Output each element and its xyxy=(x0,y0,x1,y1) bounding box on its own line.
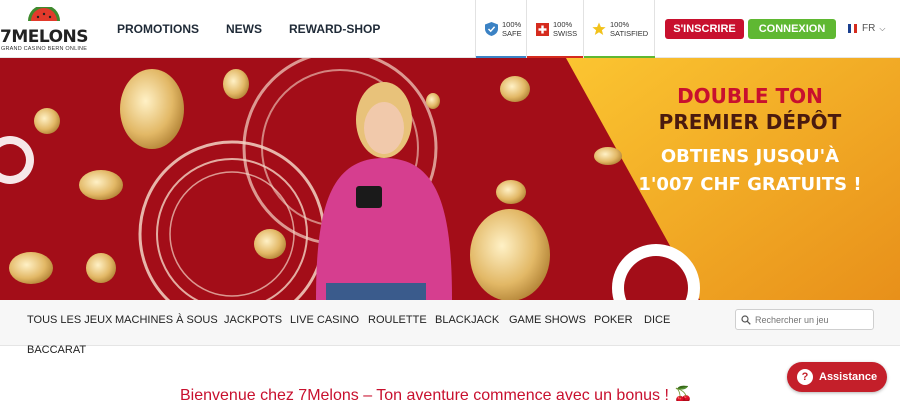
french-flag-icon xyxy=(848,24,857,33)
shield-check-icon xyxy=(484,22,498,36)
trust-satisfied-label: 100% SATISFIED xyxy=(610,20,649,38)
trust-swiss: 100% SWISS xyxy=(526,0,583,59)
search-icon xyxy=(741,314,751,325)
category-bar: TOUS LES JEUX MACHINES À SOUS JACKPOTS L… xyxy=(0,300,900,346)
nav-news[interactable]: NEWS xyxy=(226,22,262,36)
main-nav: PROMOTIONS NEWS REWARD-SHOP xyxy=(117,22,407,36)
logo[interactable]: 7MELONS GRAND CASINO BERN ONLINE xyxy=(0,4,92,54)
category-game-shows[interactable]: GAME SHOWS xyxy=(509,314,586,326)
category-dice[interactable]: DICE xyxy=(644,314,670,326)
search-input[interactable] xyxy=(755,314,870,325)
star-icon xyxy=(592,22,606,36)
promo-banner[interactable]: DOUBLE TON PREMIER DÉPÔT OBTIENS JUSQU'À… xyxy=(0,58,900,300)
assistance-label: Assistance xyxy=(819,371,878,383)
banner-line-3: OBTIENS JUSQU'À xyxy=(660,146,840,167)
banner-line-1: DOUBLE TON xyxy=(677,84,823,108)
banner-line-2: PREMIER DÉPÔT xyxy=(658,110,842,134)
assistance-button[interactable]: ? Assistance xyxy=(787,362,887,392)
login-button[interactable]: CONNEXION xyxy=(748,19,836,39)
help-icon: ? xyxy=(797,369,813,385)
category-all-games[interactable]: TOUS LES JEUX xyxy=(27,314,112,326)
category-baccarat[interactable]: BACCARAT xyxy=(27,344,86,356)
trust-satisfied: 100% SATISFIED xyxy=(583,0,655,59)
logo-tagline: GRAND CASINO BERN ONLINE xyxy=(1,46,88,52)
language-label: FR xyxy=(862,23,876,34)
trust-safe: 100% SAFE xyxy=(475,0,526,59)
category-jackpots[interactable]: JACKPOTS xyxy=(224,314,282,326)
category-roulette[interactable]: ROULETTE xyxy=(368,314,427,326)
logo-text: 7MELONS xyxy=(0,27,89,47)
game-search[interactable] xyxy=(735,309,874,330)
melon-icon xyxy=(28,7,60,21)
signup-button[interactable]: S'INSCRIRE xyxy=(665,19,744,39)
banner-headline: DOUBLE TON PREMIER DÉPÔT OBTIENS JUSQU'À… xyxy=(600,83,900,199)
language-selector[interactable]: FR ⌵ xyxy=(848,23,885,34)
category-slots[interactable]: MACHINES À SOUS xyxy=(115,314,218,326)
swiss-flag-icon xyxy=(535,22,549,36)
nav-reward-shop[interactable]: REWARD-SHOP xyxy=(289,22,380,36)
trust-swiss-label: 100% SWISS xyxy=(553,20,578,38)
trust-safe-label: 100% SAFE xyxy=(502,20,522,38)
site-header: 7MELONS GRAND CASINO BERN ONLINE PROMOTI… xyxy=(0,0,900,59)
page: 7MELONS GRAND CASINO BERN ONLINE PROMOTI… xyxy=(0,0,900,401)
category-poker[interactable]: POKER xyxy=(594,314,633,326)
nav-promotions[interactable]: PROMOTIONS xyxy=(117,22,199,36)
chevron-down-icon: ⌵ xyxy=(879,23,886,33)
category-blackjack[interactable]: BLACKJACK xyxy=(435,314,499,326)
welcome-heading: Bienvenue chez 7Melons – Ton aventure co… xyxy=(180,387,694,401)
banner-line-4: 1'007 CHF GRATUITS ! xyxy=(638,174,862,195)
category-live-casino[interactable]: LIVE CASINO xyxy=(290,314,359,326)
